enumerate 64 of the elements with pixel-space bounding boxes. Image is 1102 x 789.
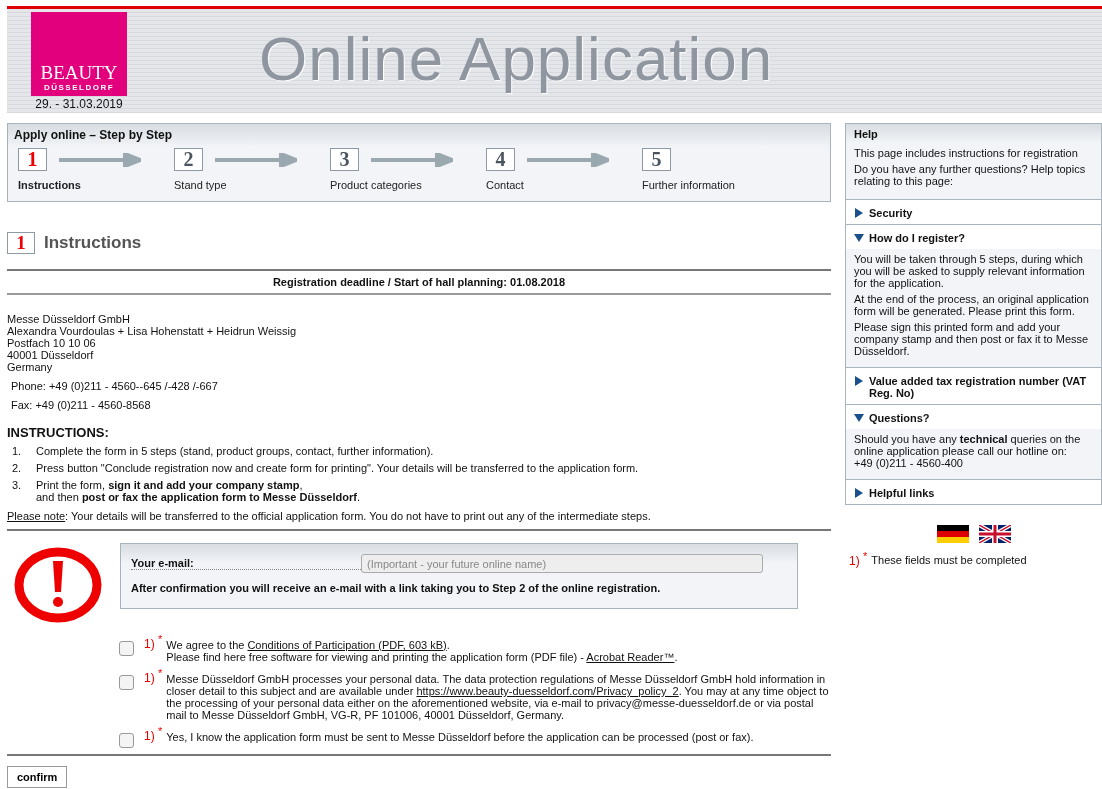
instruction-text: Press button "Conclude registration now and create form for printing". Your details will be transferred to the application form. (36, 462, 639, 474)
checkbox[interactable] (119, 641, 134, 656)
list-number: 3. (12, 479, 23, 493)
address-line: Alexandra Vourdoulas + Lisa Hohenstatt + Heidrun Weissig (7, 325, 298, 337)
triangle-icon (854, 413, 864, 423)
list-number: 2. (12, 462, 23, 474)
required-note: These fields must be completed (871, 554, 1027, 566)
address-line: 40001 Düsseldorf (7, 349, 95, 361)
instruction-text: Print the form, sign it and add your company stamp, and then post or fax the application form to Messe Düsseldorf. (36, 479, 360, 503)
consent-text: We agree to the Conditions of Participation (PDF, 603 kB). Please find here free software for viewing and printing the application form (PDF file) - Acrobat Reader™. (166, 639, 678, 663)
logo[interactable]: BEAUTY DÜSSELDORF (31, 12, 127, 96)
help-text: Do you have any further questions? Help topics relating to this page: (854, 163, 1087, 187)
triangle-icon (854, 488, 864, 498)
note-text: Please note: Your details will be transferred to the official application form. You do not have to print out any of the intermediate steps. (7, 509, 652, 523)
warning-icon (14, 547, 102, 623)
triangle-icon (854, 208, 864, 218)
deadline-text: Registration deadline / Start of hall planning: 01.08.2018 (272, 276, 566, 288)
consent-text: Messe Düsseldorf GmbH processes your personal data. The data protection regulations of Messe Düsseldorf GmbH hold information in closer detail to this subject and are available under https://www.beauty-duesseldorf.com/Privacy_policy_2. You may at any time object to the processing of your personal data either on the aforementioned website, via e-mail to privacy@messe-duesseldorf.de or via postal mail to Messe Düsseldorf GmbH, VG-R, PF 101006, 40001 Düsseldorf, Germany. (166, 673, 830, 721)
german-flag-icon[interactable] (936, 525, 969, 543)
page-title: Online Application (259, 23, 774, 94)
arrow-icon (59, 152, 141, 167)
confirm-button[interactable]: confirm (7, 766, 68, 788)
email-info: After confirmation you will receive an e-mail with a link taking you to Step 2 of the online registration. (131, 582, 662, 594)
consent-text: Yes, I know the application form must be sent to Messe Düsseldorf before the application can be processed (post or fax). (166, 731, 754, 743)
event-date: 29. - 31.03.2019 (35, 97, 123, 111)
help-text: You will be taken through 5 steps, during which you will be asked to supply relevant information for the application. (854, 253, 1086, 289)
help-text: Please sign this printed form and add your company stamp and then post or fax it to Messe Düsseldorf. (854, 321, 1090, 357)
step-number[interactable]: 1 (18, 148, 47, 171)
help-text: At the end of the process, an original application form will be generated. Please print this form. (854, 293, 1090, 317)
address-line: Postfach 10 10 06 (7, 337, 97, 349)
phone-text: Phone: +49 (0)211 - 4560--645 /-428 /-667 (11, 380, 219, 392)
triangle-icon (854, 233, 864, 243)
step-label[interactable]: Product categories (330, 179, 486, 191)
arrow-icon (215, 152, 297, 167)
section-title: Instructions (44, 233, 142, 253)
checkbox[interactable] (119, 675, 134, 690)
link[interactable]: Conditions of Participation (PDF, 603 kB) (247, 639, 447, 651)
address-line: Germany (7, 361, 54, 373)
fax-text: Fax: +49 (0)211 - 4560-8568 (11, 399, 152, 411)
uk-flag-icon[interactable] (978, 525, 1011, 543)
help-text: This page includes instructions for registration (854, 147, 1079, 159)
address-line: Messe Düsseldorf GmbH (7, 313, 131, 325)
list-number: 1. (12, 445, 23, 457)
step-label[interactable]: Instructions (18, 179, 174, 191)
help-title: Help (854, 128, 879, 140)
instruction-text: Complete the form in 5 steps (stand, product groups, contact, further information). (36, 445, 434, 457)
arrow-icon (527, 152, 609, 167)
link[interactable]: Acrobat Reader™ (586, 651, 675, 663)
step-label[interactable]: Further information (642, 179, 798, 191)
help-text: Should you have any technical queries on the online application please call our hotline on: +49 (0)211 - 4560-400 (854, 433, 1082, 469)
arrow-icon (371, 152, 453, 167)
step-number[interactable]: 2 (174, 148, 203, 171)
step-label[interactable]: Contact (486, 179, 642, 191)
steps-title: Apply online – Step by Step (14, 128, 174, 142)
step-number[interactable]: 4 (486, 148, 515, 171)
checkbox[interactable] (119, 733, 134, 748)
instructions-heading: INSTRUCTIONS: (7, 425, 110, 440)
email-field[interactable]: (Important - your future online name) (361, 554, 763, 573)
section-number: 1 (7, 232, 35, 254)
link[interactable]: https://www.beauty-duesseldorf.com/Privacy_policy_2 (416, 685, 679, 697)
step-number[interactable]: 5 (642, 148, 671, 171)
triangle-icon (854, 376, 864, 386)
step-number[interactable]: 3 (330, 148, 359, 171)
step-label[interactable]: Stand type (174, 179, 330, 191)
